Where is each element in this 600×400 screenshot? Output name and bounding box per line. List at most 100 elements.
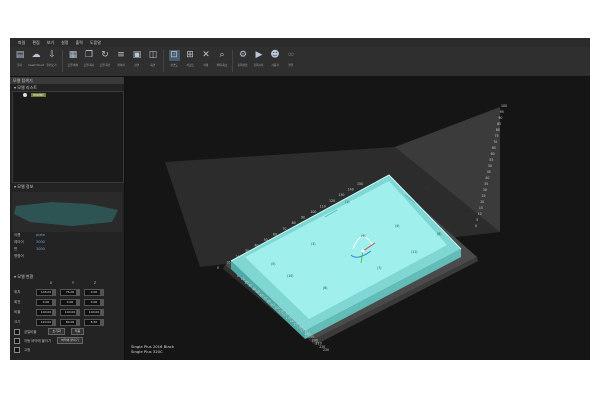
tool-label: 출력시작 (254, 63, 264, 67)
tool-print-start-button[interactable]: ▶ 출력시작 (252, 47, 266, 67)
transform-field-z[interactable]: 0.00 (84, 298, 104, 306)
front-view-icon: ▣ (132, 50, 142, 60)
tool-label: Insert Cloud (27, 63, 45, 67)
reset-button[interactable]: 초기화 (48, 328, 65, 335)
print-start-icon: ▶ (255, 50, 263, 60)
tool-user-button[interactable]: ☻ 사용자 (268, 47, 282, 67)
folder-icon: ▤ (15, 50, 25, 60)
tool-front-view-button[interactable]: ▣ 정면 (130, 47, 144, 67)
menu-edit[interactable]: 편집 (32, 40, 39, 46)
transform-field-z[interactable]: 6.50 (84, 318, 104, 326)
tool-folder-button[interactable]: ▤ 열기 (13, 47, 27, 67)
info-key: 이름 (14, 233, 21, 237)
tool-label: 모델 배치 (67, 63, 79, 67)
model-tree[interactable]: model (12, 91, 124, 183)
bulb-icon[interactable] (23, 93, 27, 97)
tool-delete-button[interactable]: ✕ 삭제 (199, 47, 213, 67)
left-tick-label: 120 (329, 199, 335, 203)
z-tick-label: 85 (497, 122, 501, 126)
left-tick-label: 10 (226, 260, 230, 264)
auto-floor-checkbox[interactable] (14, 337, 20, 344)
tool-label: 삭제 (203, 63, 209, 67)
printer-model-line: Single Plus 320C (131, 349, 163, 354)
tool-label: 측면 (150, 63, 156, 67)
transform-field-x[interactable]: 120.00 (36, 318, 56, 326)
z-tick-label: 60 (491, 152, 495, 156)
tool-label: 연결 (288, 63, 294, 67)
transform-header[interactable]: ▾ 모델 변환 (10, 273, 124, 280)
uniform-scale-checkbox[interactable] (14, 328, 20, 335)
3d-scene[interactable]: (1) (2) (3) (4) (5) (6) (7) (8) (9) (10) (11) 0 10 2… (125, 77, 590, 360)
model-marker: (5) (271, 262, 276, 266)
transform-field-y[interactable]: 100.00 (60, 308, 80, 316)
3d-viewport[interactable]: (1) (2) (3) (4) (5) (6) (7) (8) (9) (10) (11) 0 10 2… (125, 77, 590, 360)
menu-settings[interactable]: 설정 (61, 40, 68, 46)
z-tick-label: 35 (484, 182, 488, 186)
tool-layer-button[interactable]: ≡ 레이어 (114, 47, 128, 67)
z-tick-label: 5 (476, 218, 478, 222)
left-tick-label: 60 (273, 232, 277, 236)
left-tick-label: 40 (254, 244, 258, 248)
z-tick-label: 50 (488, 164, 492, 168)
tree-item[interactable]: model (13, 92, 123, 98)
user-icon: ☻ (270, 50, 280, 60)
tool-link-button[interactable]: ∞ 연결 (284, 47, 298, 67)
info-value: 3000 (36, 247, 45, 251)
transform-field-x[interactable]: 106.00 (36, 288, 56, 296)
transform-row: 크기 120.00 80.00 6.50 (10, 317, 124, 327)
transform-field-y[interactable]: 76.00 (60, 288, 80, 296)
apply-button[interactable]: 적용 (70, 328, 85, 335)
tool-import-button[interactable]: ⇩ 불러오기 (45, 47, 59, 67)
lock-label: 고정 (24, 348, 31, 352)
left-panel: 모델 탐색기 ▾ 모델 리스트 model ▾ 모델 정보 이름 plate 레이… (10, 77, 125, 360)
menu-file[interactable]: 파일 (18, 40, 25, 46)
model-marker: (1) (345, 200, 350, 204)
place-on-floor-button[interactable]: 바닥에 붙이기 (57, 337, 83, 344)
transform-field-y[interactable]: 0.00 (60, 298, 80, 306)
thumbnail-shape (14, 202, 118, 226)
tool-label: 확대·축소 (216, 63, 228, 67)
tool-label: 불러오기 (47, 63, 57, 67)
panel-title: 모델 탐색기 (10, 77, 124, 84)
toolbar-separator (232, 50, 233, 72)
tool-model-rotate-button[interactable]: ↻ 모델 회전 (98, 47, 112, 67)
model-list-title: 모델 리스트 (17, 85, 37, 90)
transform-field-x[interactable]: 100.00 (36, 308, 56, 316)
transform-field-z[interactable]: 0.00 (84, 288, 104, 296)
tool-side-view-button[interactable]: ◫ 측면 (146, 47, 160, 67)
lock-checkbox[interactable] (14, 346, 20, 353)
tool-label: 정면 (134, 63, 140, 67)
menu-output[interactable]: 출력 (76, 40, 83, 46)
model-rotate-icon: ↻ (101, 50, 109, 60)
model-info-section: ▾ 모델 정보 이름 plate 레이어 3000 면 3000 명령어 (10, 183, 124, 260)
tool-model-layout-button[interactable]: ▦ 모델 배치 (66, 47, 80, 67)
z-tick-label: 100 (501, 104, 507, 108)
left-tick-label: 130 (338, 193, 344, 197)
info-row-layer: 레이어 3000 (10, 239, 124, 246)
tool-zoom-button[interactable]: ⌕ 확대·축소 (215, 47, 229, 67)
tool-label: 출력설정 (238, 63, 248, 67)
model-list-header[interactable]: ▾ 모델 리스트 (10, 84, 124, 91)
transform-field-y[interactable]: 80.00 (60, 318, 80, 326)
transform-field-z[interactable]: 100.00 (84, 308, 104, 316)
model-info-header[interactable]: ▾ 모델 정보 (10, 183, 124, 190)
info-key: 레이어 (14, 240, 24, 244)
tool-support-button[interactable]: ⊞ 서포트 (183, 47, 197, 67)
transform-field-x[interactable]: 0.00 (36, 298, 56, 306)
tool-label: 모델 회전 (99, 63, 111, 67)
z-tick-label: 45 (487, 170, 491, 174)
z-tick-label: 65 (492, 146, 496, 150)
left-tick-label: 110 (320, 204, 326, 208)
z-tick-label: 30 (483, 188, 487, 192)
tool-top-view-button[interactable]: ⊡ 상면도 (167, 47, 181, 67)
tool-print-settings-button[interactable]: ⚙ 출력설정 (236, 47, 250, 67)
tool-cloud-insert-button[interactable]: ☁ Insert Cloud (27, 47, 45, 67)
model-marker: (11) (411, 250, 418, 254)
z-tick-label: 55 (489, 158, 493, 162)
menu-help[interactable]: 도움말 (90, 40, 101, 46)
tool-model-copy-button[interactable]: ❐ 모델 복사 (82, 47, 96, 67)
axis-z-label: Z (93, 281, 97, 285)
menu-view[interactable]: 보기 (47, 40, 54, 46)
model-thumbnail (12, 192, 122, 232)
transform-row: 회전 0.00 0.00 0.00 (10, 297, 124, 307)
